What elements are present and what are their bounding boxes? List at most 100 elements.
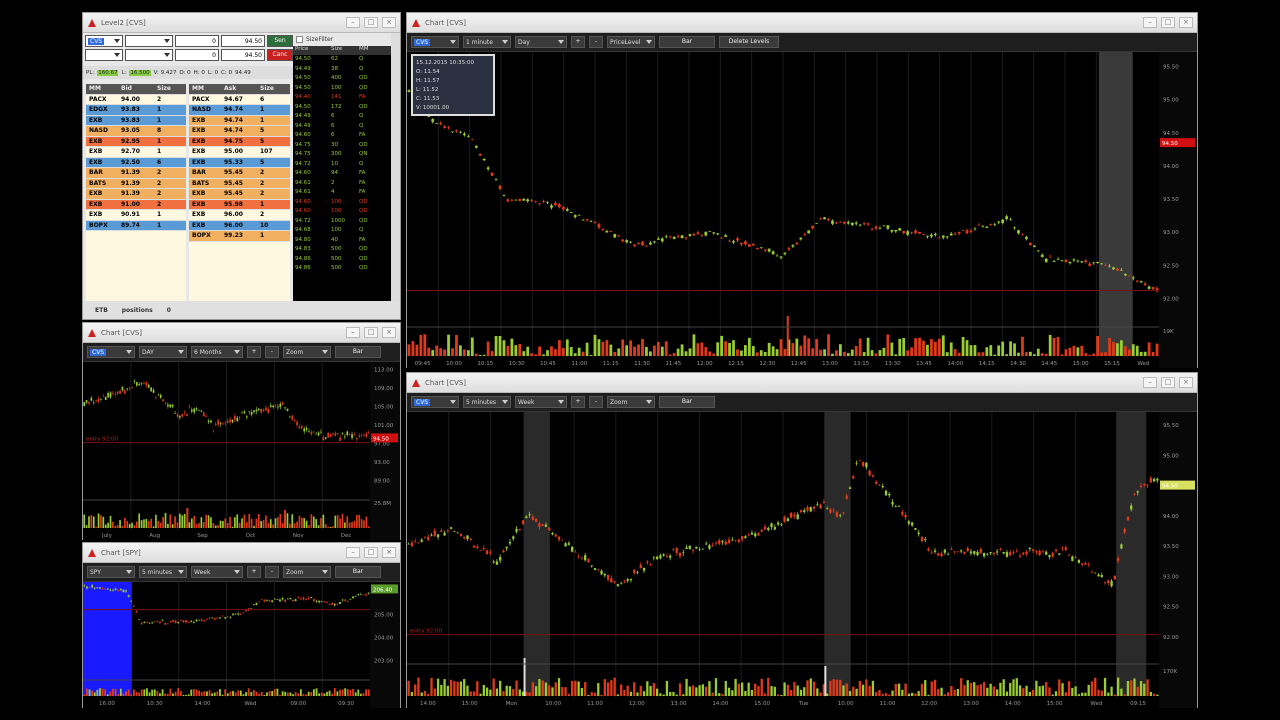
ask-row[interactable]: EXB 95.98 1: [189, 199, 290, 210]
candle-body: [1123, 274, 1127, 276]
ask-row[interactable]: EXB 95.00 107: [189, 147, 290, 158]
cancel-button[interactable]: Canc: [267, 49, 293, 61]
bid-row[interactable]: EXB 93.83 1: [86, 115, 186, 126]
bid-row[interactable]: EXB 92.50 6: [86, 157, 186, 168]
candle-body: [1068, 262, 1072, 264]
close-icon[interactable]: ×: [382, 547, 396, 558]
type-select[interactable]: [125, 49, 173, 61]
zoom-out-button[interactable]: -: [265, 566, 279, 578]
interval-select[interactable]: 5 minutes: [463, 396, 511, 408]
ask-row[interactable]: EXB 94.74 1: [189, 115, 290, 126]
ask-row[interactable]: EXB 95.33 5: [189, 157, 290, 168]
volume-bar: [1013, 343, 1016, 356]
intraday-1min-chart[interactable]: 95.5095.0094.5094.0093.5093.0092.5092.00…: [407, 52, 1197, 368]
chart-1min-titlebar[interactable]: Chart [CVS] – □ ×: [407, 13, 1197, 33]
ask-row[interactable]: PACX 94.67 6: [189, 94, 290, 105]
ask-row[interactable]: EXB 95.45 2: [189, 189, 290, 200]
candle-body: [911, 522, 914, 526]
chart-style-button[interactable]: Bar: [335, 566, 381, 578]
chart-style-button[interactable]: Bar: [659, 36, 715, 48]
bid-row[interactable]: EXB 91.00 2: [86, 199, 186, 210]
interval-select[interactable]: DAY: [139, 346, 187, 358]
close-icon[interactable]: ×: [1179, 377, 1193, 388]
vertical-scrollbar[interactable]: [391, 33, 400, 301]
zoom-select[interactable]: Zoom: [283, 346, 331, 358]
maximize-icon[interactable]: □: [1161, 17, 1175, 28]
zoom-in-button[interactable]: +: [247, 566, 261, 578]
symbol-select[interactable]: CVS: [411, 36, 459, 48]
interval-select[interactable]: 5 minutes: [139, 566, 187, 578]
ask-row[interactable]: NASD 94.74 1: [189, 105, 290, 116]
zoom-out-button[interactable]: -: [589, 396, 603, 408]
symbol-select[interactable]: SPY: [87, 566, 135, 578]
minimize-icon[interactable]: –: [1143, 377, 1157, 388]
range-select[interactable]: 6 Months: [191, 346, 243, 358]
intraday-5min-chart[interactable]: entry 92.0095.5095.0094.5094.0093.5093.0…: [407, 412, 1197, 708]
spy-price-chart[interactable]: 206.00205.00204.00203.00206.4016:0010:30…: [83, 582, 400, 708]
minimize-icon[interactable]: –: [346, 17, 360, 28]
bid-row[interactable]: BOPX 89.74 1: [86, 220, 186, 231]
volume-spike: [283, 510, 286, 528]
chart-style-button[interactable]: Bar: [335, 346, 381, 358]
quantity-input-2[interactable]: 0: [175, 49, 219, 61]
bid-row[interactable]: PACX 94.00 2: [86, 94, 186, 105]
maximize-icon[interactable]: □: [364, 547, 378, 558]
bid-row[interactable]: EXB 92.95 1: [86, 136, 186, 147]
zoom-out-button[interactable]: -: [265, 346, 279, 358]
bid-row[interactable]: NASD 93.05 8: [86, 126, 186, 137]
ask-row[interactable]: BOPX 99.23 1: [189, 231, 290, 242]
price-level-select[interactable]: PriceLevel: [607, 36, 655, 48]
bid-row[interactable]: EDGX 93.83 1: [86, 105, 186, 116]
ask-row[interactable]: EXB 96.00 10: [189, 220, 290, 231]
maximize-icon[interactable]: □: [364, 17, 378, 28]
sizefilter-checkbox[interactable]: [296, 36, 303, 43]
range-select[interactable]: Day: [515, 36, 567, 48]
symbol-select[interactable]: CVS: [85, 35, 123, 47]
ask-row[interactable]: BATS 95.45 2: [189, 178, 290, 189]
daily-price-chart[interactable]: entry 92.00113.00109.00105.00101.0097.00…: [83, 362, 400, 540]
interval-select[interactable]: 1 minute: [463, 36, 511, 48]
range-select[interactable]: Week: [191, 566, 243, 578]
bid-row[interactable]: EXB 91.39 2: [86, 189, 186, 200]
send-button[interactable]: Sen: [267, 35, 293, 47]
bid-row[interactable]: BATS 91.39 2: [86, 178, 186, 189]
zoom-select[interactable]: Zoom: [607, 396, 655, 408]
price-input-2[interactable]: 94.50: [221, 49, 265, 61]
delete-levels-button[interactable]: Delete Levels: [719, 36, 779, 48]
bid-row[interactable]: EXB 90.91 1: [86, 210, 186, 221]
chart-spy-titlebar[interactable]: Chart [SPY] – □ ×: [83, 543, 400, 563]
ask-row[interactable]: EXB 94.74 5: [189, 126, 290, 137]
bid-row[interactable]: EXB 92.70 1: [86, 147, 186, 158]
close-icon[interactable]: ×: [382, 17, 396, 28]
route-select[interactable]: [125, 35, 173, 47]
chart-5min-titlebar[interactable]: Chart [CVS] – □ ×: [407, 373, 1197, 393]
ask-row[interactable]: EXB 94.75 5: [189, 136, 290, 147]
quantity-input[interactable]: 0: [175, 35, 219, 47]
close-icon[interactable]: ×: [382, 327, 396, 338]
minimize-icon[interactable]: –: [1143, 17, 1157, 28]
zoom-select[interactable]: Zoom: [283, 566, 331, 578]
bid-row[interactable]: BAR 91.39 2: [86, 168, 186, 179]
maximize-icon[interactable]: □: [364, 327, 378, 338]
close-icon[interactable]: ×: [1179, 17, 1193, 28]
zoom-in-button[interactable]: +: [247, 346, 261, 358]
ask-row[interactable]: EXB 96.00 2: [189, 210, 290, 221]
ask-row[interactable]: BAR 95.45 2: [189, 168, 290, 179]
candle-body: [436, 534, 440, 538]
symbol-select[interactable]: CVS: [411, 396, 459, 408]
price-input[interactable]: 94.50: [221, 35, 265, 47]
symbol-select[interactable]: CVS: [87, 346, 135, 358]
range-select[interactable]: Week: [515, 396, 567, 408]
zoom-in-button[interactable]: +: [571, 396, 585, 408]
zoom-out-button[interactable]: -: [589, 36, 603, 48]
level2-titlebar[interactable]: Level2 [CVS] – □ ×: [83, 13, 400, 33]
chart-style-button[interactable]: Bar: [659, 396, 715, 408]
maximize-icon[interactable]: □: [1161, 377, 1175, 388]
minimize-icon[interactable]: –: [346, 327, 360, 338]
volume-bar: [1041, 685, 1045, 696]
minimize-icon[interactable]: –: [346, 547, 360, 558]
chart-daily-titlebar[interactable]: Chart [CVS] – □ ×: [83, 323, 400, 343]
volume-bar: [91, 690, 94, 696]
account-select[interactable]: [85, 49, 123, 61]
zoom-in-button[interactable]: +: [571, 36, 585, 48]
